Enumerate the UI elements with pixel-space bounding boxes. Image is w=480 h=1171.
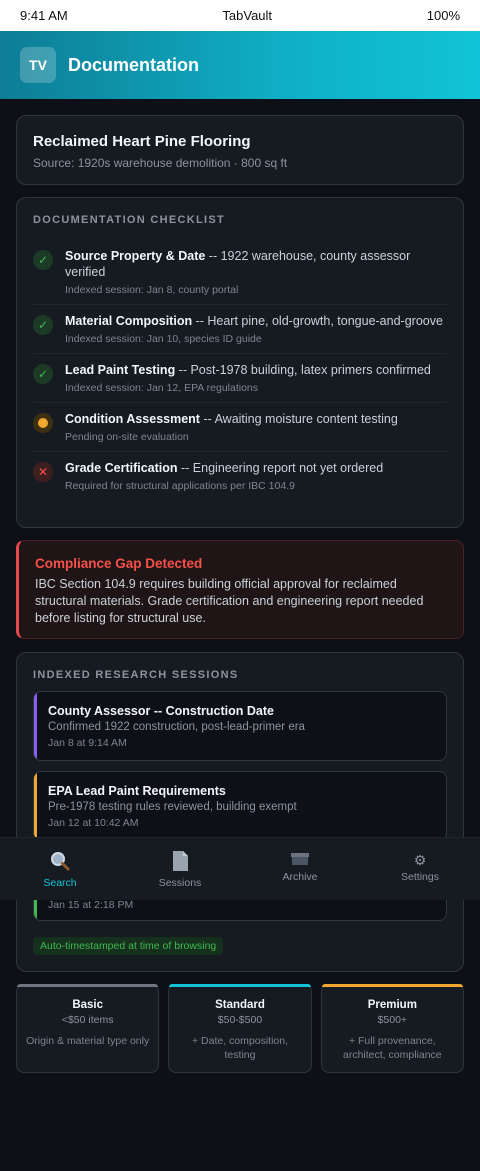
status-app-name: TabVault	[222, 8, 273, 23]
check-icon: ✓	[33, 315, 53, 335]
x-icon: ✕	[33, 462, 53, 482]
tab-label: Archive	[282, 871, 318, 883]
session-time: Jan 8 at 9:14 AM	[48, 737, 127, 749]
checklist-item-source[interactable]: ✓ Source Property & Date -- 1922 warehou…	[33, 240, 447, 305]
checklist-item-name: Source Property & Date	[65, 249, 206, 263]
session-accent	[34, 692, 37, 760]
status-time: 9:41 AM	[20, 8, 68, 23]
status-bar: 9:41 AM TabVault 100%	[0, 0, 480, 31]
archive-box-icon	[290, 852, 310, 868]
status-battery: 100%	[426, 8, 460, 23]
checklist-item-detail: -- Awaiting moisture content testing	[199, 412, 398, 426]
auto-timestamp-badge: Auto-timestamped at time of browsing	[33, 937, 224, 955]
item-subtitle: Source: 1920s warehouse demolition · 800…	[33, 156, 288, 170]
app-logo[interactable]: TV	[20, 47, 56, 83]
tier-range: $500+	[377, 1014, 408, 1026]
tier-range: $50-$500	[217, 1014, 263, 1026]
tier-accent	[17, 984, 159, 987]
checklist-item-name: Material Composition	[65, 314, 193, 328]
alert-title: Compliance Gap Detected	[35, 556, 203, 571]
checklist-item-meta: Pending on-site evaluation	[65, 431, 189, 443]
tab-sessions[interactable]: Sessions	[120, 838, 240, 900]
document-icon	[170, 850, 190, 874]
session-accent	[34, 772, 37, 840]
session-time: Jan 12 at 10:42 AM	[48, 817, 139, 829]
checklist-item-meta: Indexed session: Jan 12, EPA regulations	[65, 382, 259, 394]
app-header: TV Documentation	[0, 31, 480, 99]
alert-text: IBC Section 104.9 requires building offi…	[35, 577, 424, 625]
documentation-tiers: Basic <$50 items Origin & material type …	[16, 984, 464, 1073]
tab-archive[interactable]: Archive	[240, 838, 360, 900]
tier-name: Premium	[367, 999, 417, 1011]
tab-label: Search	[43, 877, 77, 889]
research-sessions: INDEXED RESEARCH SESSIONS County Assesso…	[16, 652, 464, 972]
sessions-label: INDEXED RESEARCH SESSIONS	[33, 669, 239, 681]
session-card[interactable]: County Assessor -- Construction Date Con…	[33, 691, 447, 761]
documentation-checklist: DOCUMENTATION CHECKLIST ✓ Source Propert…	[16, 197, 464, 528]
tier-accent	[169, 984, 311, 987]
checklist-items: ✓ Source Property & Date -- 1922 warehou…	[33, 240, 447, 500]
session-card[interactable]: EPA Lead Paint Requirements Pre-1978 tes…	[33, 771, 447, 841]
tier-standard[interactable]: Standard $50-$500 + Date, composition, t…	[168, 984, 312, 1073]
checklist-item-name: Grade Certification	[65, 461, 178, 475]
tab-label: Settings	[401, 871, 439, 883]
tier-accent	[321, 984, 463, 987]
session-time: Jan 15 at 2:18 PM	[48, 899, 134, 911]
checklist-item-name: Lead Paint Testing	[65, 363, 176, 377]
check-icon: ✓	[33, 364, 53, 384]
checklist-label: DOCUMENTATION CHECKLIST	[33, 214, 226, 226]
compliance-alert: Compliance Gap Detected IBC Section 104.…	[16, 540, 464, 639]
tier-range: <$50 items	[61, 1014, 114, 1026]
tab-label: Sessions	[158, 877, 202, 889]
magnifier-icon	[49, 850, 71, 874]
tier-desc: + Full provenance, architect, compliance	[343, 1035, 442, 1061]
item-summary-card: Reclaimed Heart Pine Flooring Source: 19…	[16, 115, 464, 185]
checklist-item-meta: Required for structural applications per…	[65, 480, 295, 492]
checklist-item-meta: Indexed session: Jan 10, species ID guid…	[65, 333, 262, 345]
tab-settings[interactable]: ⚙ Settings	[360, 838, 480, 900]
session-title: EPA Lead Paint Requirements	[48, 784, 226, 798]
check-icon: ✓	[33, 250, 53, 270]
checklist-item-meta: Indexed session: Jan 8, county portal	[65, 284, 239, 296]
checklist-item-detail: -- Heart pine, old-growth, tongue-and-gr…	[192, 314, 443, 328]
checklist-item-detail: -- Post-1978 building, latex primers con…	[175, 363, 431, 377]
tier-desc: Origin & material type only	[26, 1035, 150, 1047]
tab-search[interactable]: Search	[0, 838, 120, 900]
session-desc: Confirmed 1922 construction, post-lead-p…	[48, 721, 305, 733]
checklist-item-lead-paint[interactable]: ✓ Lead Paint Testing -- Post-1978 buildi…	[33, 354, 447, 403]
checklist-item-material[interactable]: ✓ Material Composition -- Heart pine, ol…	[33, 305, 447, 354]
checklist-item-grade[interactable]: ✕ Grade Certification -- Engineering rep…	[33, 452, 447, 500]
tier-desc: + Date, composition, testing	[191, 1035, 288, 1061]
session-title: County Assessor -- Construction Date	[48, 704, 274, 718]
tier-premium[interactable]: Premium $500+ + Full provenance, archite…	[320, 984, 464, 1073]
checklist-item-name: Condition Assessment	[65, 412, 200, 426]
bottom-tab-bar: Search Sessions Archive ⚙ Settings	[0, 837, 480, 900]
item-title: Reclaimed Heart Pine Flooring	[33, 133, 251, 150]
tier-name: Standard	[215, 999, 265, 1011]
tier-name: Basic	[72, 999, 103, 1011]
checklist-item-condition[interactable]: Condition Assessment -- Awaiting moistur…	[33, 403, 447, 452]
checklist-item-detail: -- Engineering report not yet ordered	[177, 461, 384, 475]
pending-dot-icon	[33, 413, 53, 433]
tier-basic[interactable]: Basic <$50 items Origin & material type …	[16, 984, 160, 1073]
session-desc: Pre-1978 testing rules reviewed, buildin…	[48, 801, 297, 813]
gear-icon: ⚙	[413, 852, 427, 868]
page-title: Documentation	[68, 54, 200, 75]
